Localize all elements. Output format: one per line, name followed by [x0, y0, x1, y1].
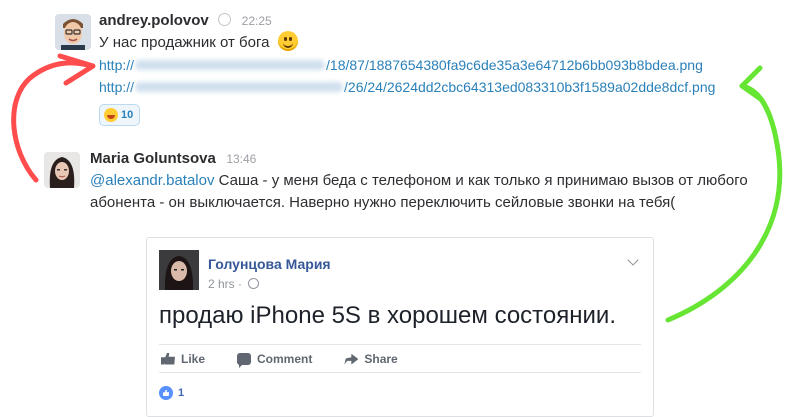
share-icon	[344, 353, 359, 365]
message-body: У нас продажник от бога	[99, 34, 270, 51]
link-prefix: http://	[99, 57, 135, 73]
green-arrowhead	[739, 65, 765, 103]
message-header-andrey: andrey.polovov 22:25	[99, 12, 272, 30]
fb-avatar[interactable]	[159, 250, 199, 290]
joy-emoji-icon	[104, 108, 118, 122]
message-text-line2: абонента - он выключается. Наверно нужно…	[90, 194, 676, 211]
facebook-post-card: Голунцова Мария 2 hrs · продаю iPhone 5S…	[146, 237, 654, 417]
like-label: Like	[181, 351, 206, 366]
message-body: Саша - у меня беда с телефоном и как тол…	[214, 172, 748, 189]
share-label: Share	[364, 351, 398, 366]
avatar-andrey[interactable]	[55, 14, 91, 50]
user-mention[interactable]: @alexandr.batalov	[90, 172, 214, 189]
message-text-line1: @alexandr.batalov Саша - у меня беда с т…	[90, 170, 748, 192]
link-path: /18/87/1887654380fa9c6de35a3e64712b6bb09…	[326, 57, 703, 73]
link-prefix: http://	[99, 79, 135, 95]
comment-button[interactable]: Comment	[237, 351, 313, 368]
username[interactable]: Maria Goluntsova	[90, 150, 216, 167]
avatar-maria[interactable]	[44, 152, 80, 188]
comment-label: Comment	[257, 351, 313, 366]
comment-icon	[237, 352, 252, 368]
globe-icon	[248, 278, 260, 289]
reaction-count: 10	[121, 109, 134, 121]
blurred-domain	[135, 82, 344, 92]
link-path: /26/24/2624dd2cbc64313ed083310b3f1589a02…	[344, 79, 716, 95]
fb-like-count[interactable]: 1	[159, 386, 184, 400]
fb-action-bar: Like Comment Share	[159, 344, 641, 373]
green-arrow	[665, 83, 783, 323]
like-button[interactable]: Like	[161, 352, 205, 366]
timestamp[interactable]: 22:25	[242, 14, 272, 28]
fb-post-text: продаю iPhone 5S в хорошем состоянии.	[159, 302, 616, 329]
share-button[interactable]: Share	[344, 351, 398, 366]
fb-author-name[interactable]: Голунцова Мария	[208, 256, 331, 272]
like-count-value: 1	[178, 387, 185, 399]
blurred-domain	[135, 60, 326, 70]
red-arrowhead	[57, 53, 96, 86]
fb-time-text[interactable]: 2 hrs ·	[208, 277, 245, 291]
presence-status-icon	[218, 13, 232, 26]
fb-post-time: 2 hrs ·	[208, 277, 260, 291]
like-reaction-icon	[159, 386, 173, 400]
timestamp[interactable]: 13:46	[226, 152, 256, 166]
reaction-joy[interactable]: 10	[99, 104, 141, 126]
image-link-1[interactable]: http:// /18/87/1887654380fa9c6de35a3e6471…	[99, 54, 703, 76]
chevron-down-icon[interactable]	[627, 254, 639, 266]
message-header-maria: Maria Goluntsova 13:46	[90, 150, 256, 168]
message-text: У нас продажник от бога	[99, 31, 298, 54]
thumbs-up-icon	[161, 352, 175, 365]
image-link-2[interactable]: http:// /26/24/2624dd2cbc64313ed083310b3f…	[99, 76, 715, 98]
smile-emoji-icon	[277, 31, 298, 51]
username[interactable]: andrey.polovov	[99, 12, 209, 29]
